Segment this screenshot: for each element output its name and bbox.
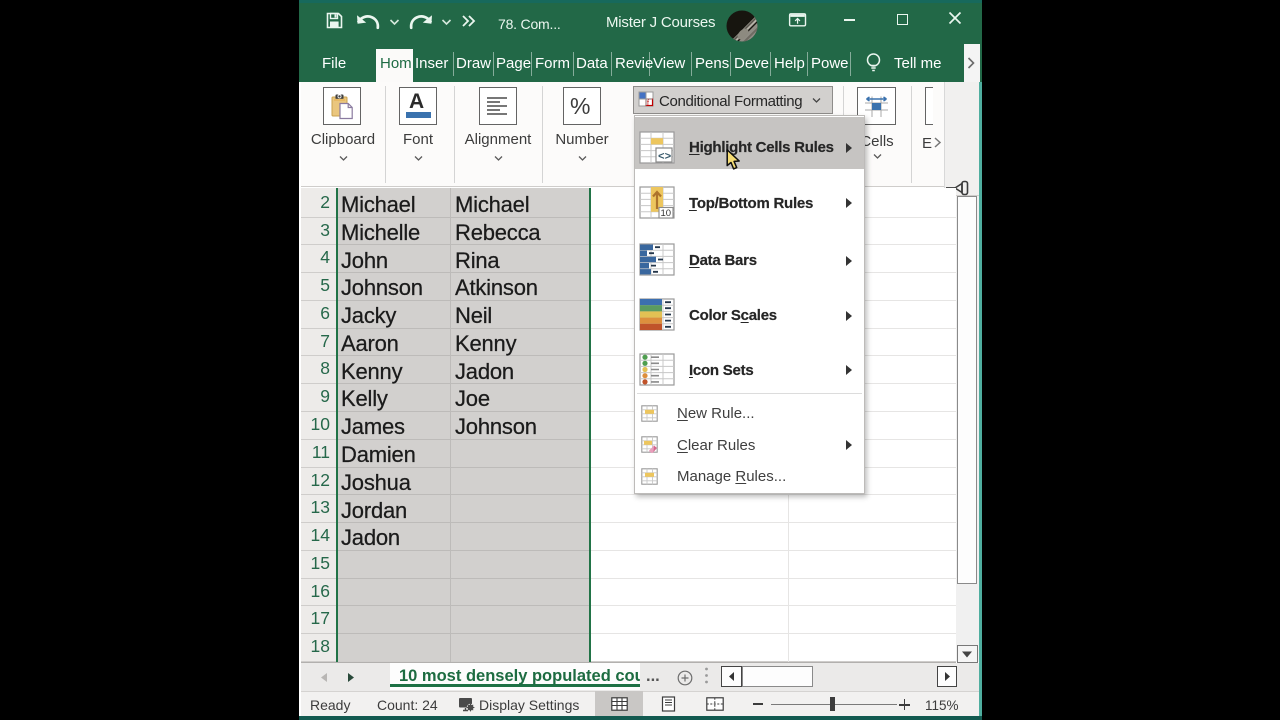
svg-text:<>: <> [658, 152, 672, 164]
svg-text:f: f [647, 100, 649, 107]
svg-text:10: 10 [661, 208, 672, 219]
